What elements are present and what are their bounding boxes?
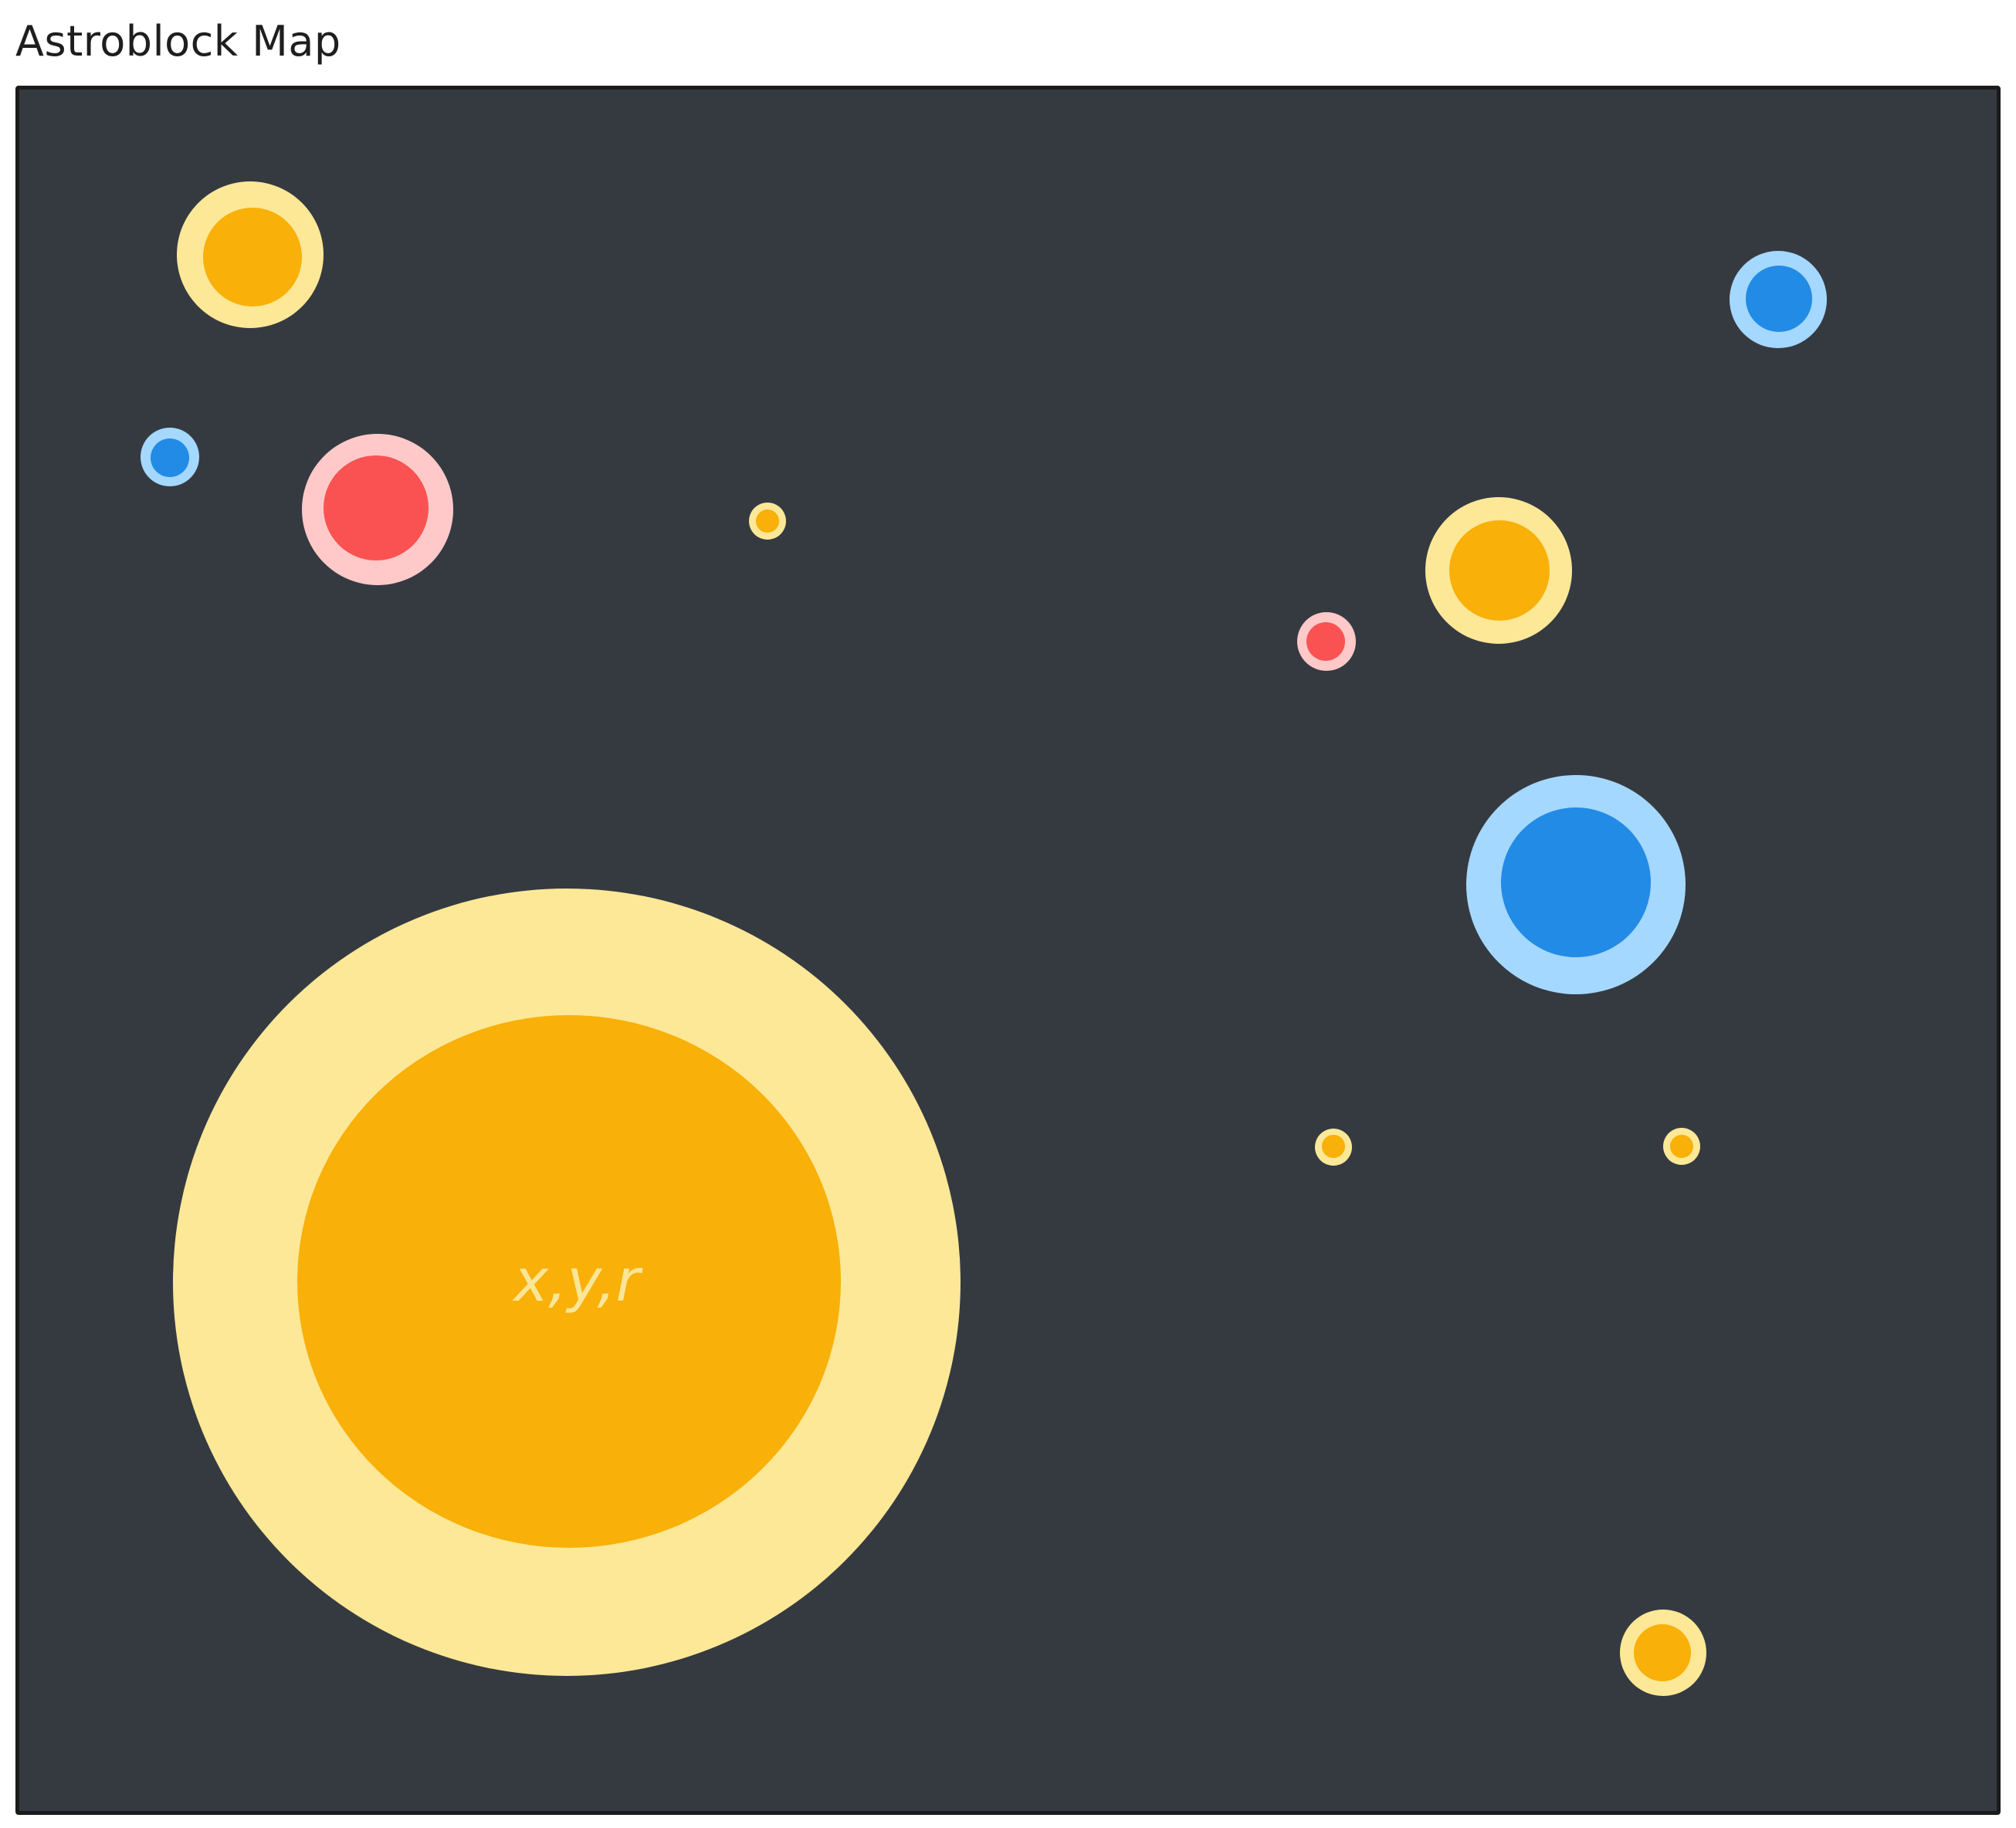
body-core <box>1746 266 1812 332</box>
center-label: x,y,r <box>512 1246 643 1315</box>
body-blue-small-left[interactable] <box>141 428 199 486</box>
body-yellow-tiny-center[interactable] <box>749 503 786 540</box>
body-blue-top-right[interactable] <box>1730 251 1827 348</box>
body-yellow-right-upper[interactable] <box>1425 497 1572 644</box>
body-core <box>756 509 779 533</box>
body-core <box>203 208 302 306</box>
body-core <box>151 438 189 477</box>
body-core <box>1634 1624 1691 1681</box>
body-blue-large-right[interactable] <box>1466 775 1686 994</box>
body-yellow-bottom-right[interactable] <box>1620 1610 1706 1696</box>
body-yellow-top-left[interactable] <box>177 181 324 328</box>
map-bodies-layer: x,y,r <box>141 181 1827 1696</box>
body-red-left[interactable] <box>302 434 453 585</box>
body-core <box>324 455 429 560</box>
body-yellow-tiny-right-a[interactable] <box>1315 1129 1352 1166</box>
body-core <box>1501 807 1651 957</box>
body-core <box>1306 622 1345 661</box>
body-core <box>1670 1135 1693 1158</box>
body-yellow-giant[interactable]: x,y,r <box>173 889 961 1676</box>
body-core <box>1449 520 1550 621</box>
body-core <box>1322 1135 1345 1158</box>
body-yellow-tiny-right-b[interactable] <box>1663 1128 1700 1165</box>
body-red-small-right[interactable] <box>1297 612 1356 671</box>
